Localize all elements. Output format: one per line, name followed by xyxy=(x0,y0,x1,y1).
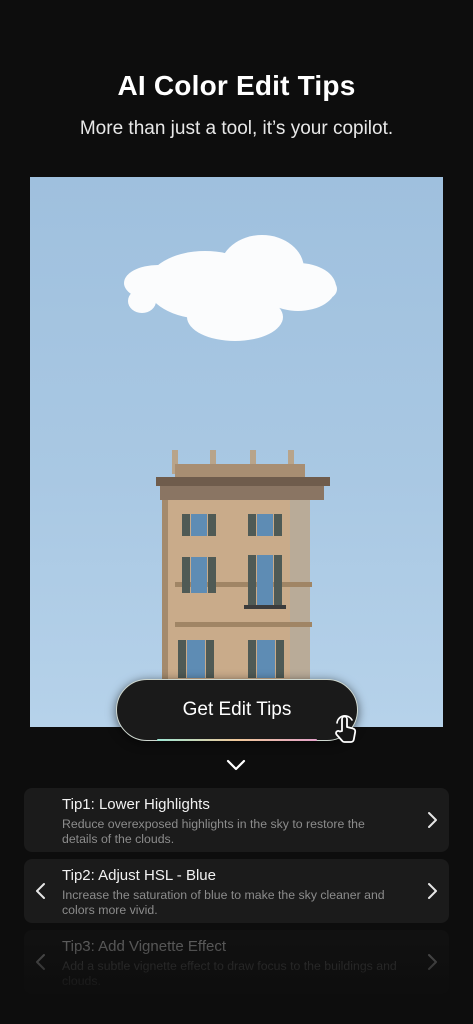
get-edit-tips-label: Get Edit Tips xyxy=(182,699,292,720)
chevron-left-icon[interactable] xyxy=(34,952,48,972)
chevron-down-icon[interactable] xyxy=(224,756,248,774)
chevron-right-icon[interactable] xyxy=(425,810,439,830)
sample-photo xyxy=(30,177,443,727)
get-edit-tips-button[interactable]: Get Edit Tips xyxy=(116,679,358,741)
cloud xyxy=(124,235,337,341)
chevron-left-icon[interactable] xyxy=(34,881,48,901)
tip-title: Tip2: Adjust HSL - Blue xyxy=(62,867,216,884)
tip-title: Tip1: Lower Highlights xyxy=(62,796,210,813)
tip-card-1[interactable]: Tip1: Lower Highlights Reduce overexpose… xyxy=(24,788,449,852)
chevron-right-icon[interactable] xyxy=(425,881,439,901)
tip-description: Increase the saturation of blue to make … xyxy=(62,888,385,917)
tip-card-3[interactable]: Tip3: Add Vignette Effect Add a subtle v… xyxy=(24,930,449,994)
tip-card-2[interactable]: Tip2: Adjust HSL - Blue Increase the sat… xyxy=(24,859,449,923)
photo-illustration xyxy=(124,235,337,727)
page-subtitle: More than just a tool, it’s your copilot… xyxy=(79,118,394,139)
tip-description: Reduce overexposed highlights in the sky… xyxy=(62,817,365,846)
chevron-right-icon[interactable] xyxy=(425,952,439,972)
page-title: AI Color Edit Tips xyxy=(117,70,356,101)
tip-title: Tip3: Add Vignette Effect xyxy=(62,938,227,955)
tip-description: Add a subtle vignette effect to draw foc… xyxy=(62,959,397,988)
hand-pointer-icon xyxy=(335,715,357,743)
